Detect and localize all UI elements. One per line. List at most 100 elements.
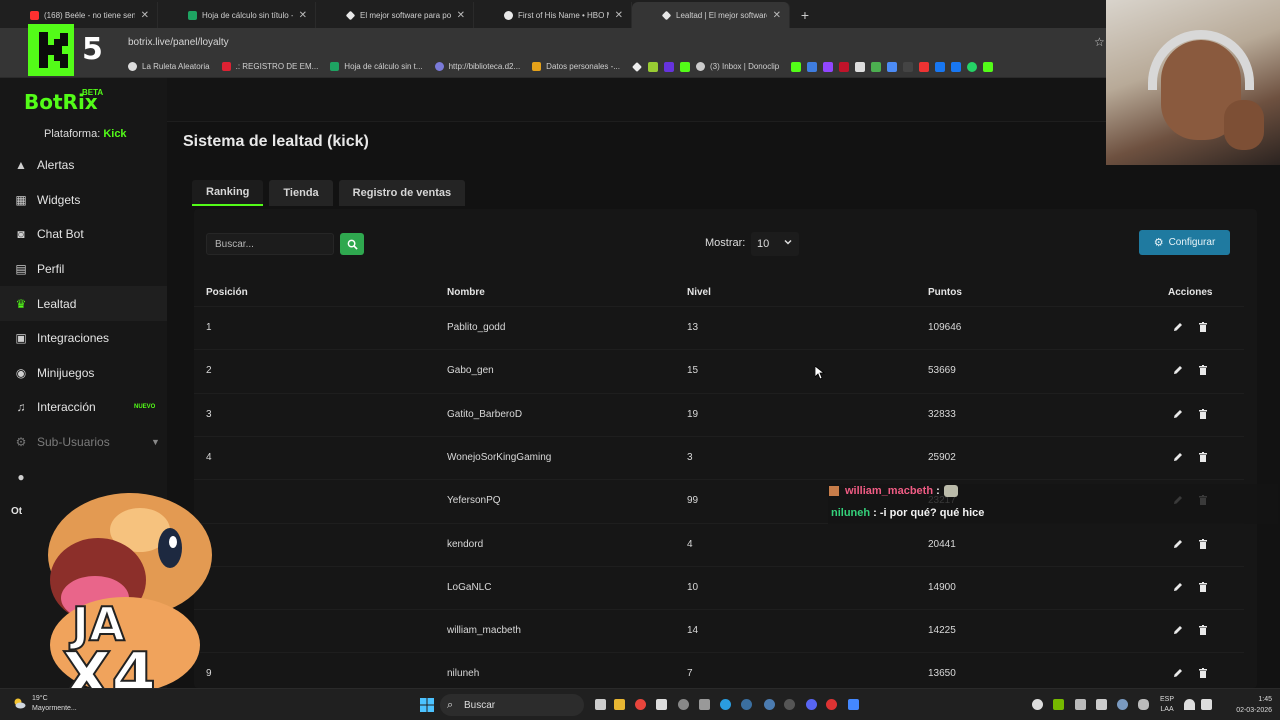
browser-tab[interactable]: El mejor software para potencia ✕: [316, 2, 474, 28]
bookmark-item[interactable]: La Ruleta Aleatoria: [128, 62, 210, 71]
close-icon[interactable]: ✕: [615, 10, 623, 21]
bookmark-icon[interactable]: [632, 61, 642, 72]
sidebar-item-integraciones[interactable]: ▣ Integraciones: [0, 321, 167, 356]
steam-icon[interactable]: [1117, 699, 1128, 710]
tab-registro-de-ventas[interactable]: Registro de ventas: [338, 180, 466, 206]
app-icon[interactable]: [699, 699, 710, 710]
clock[interactable]: 1:45 02-03-2026: [1218, 694, 1272, 716]
close-icon[interactable]: ✕: [141, 10, 149, 21]
search-button[interactable]: [340, 233, 364, 255]
sidebar-item-minijuegos[interactable]: ◉ Minijuegos: [0, 356, 167, 391]
windows-start-icon[interactable]: [420, 698, 434, 712]
bookmark-icon[interactable]: [903, 61, 914, 72]
sidebar-item-chat-bot[interactable]: ◙ Chat Bot: [0, 217, 167, 252]
edit-icon[interactable]: [1172, 624, 1184, 636]
obs-icon[interactable]: [784, 699, 795, 710]
bookmark-icon[interactable]: [663, 61, 674, 72]
browser-tab[interactable]: Hoja de cálculo sin título - Hoje ✕: [158, 2, 316, 28]
bookmark-icon[interactable]: [791, 61, 802, 72]
steam-icon[interactable]: [741, 699, 752, 710]
trash-icon[interactable]: [1197, 321, 1209, 333]
tab-tienda[interactable]: Tienda: [269, 180, 333, 206]
edit-icon[interactable]: [1172, 321, 1184, 333]
app-icon[interactable]: [826, 699, 837, 710]
column-header-nombre[interactable]: Nombre: [447, 287, 485, 298]
bookmark-item[interactable]: Datos personales -...: [532, 62, 620, 71]
sidebar-item-perfil[interactable]: ▤ Perfil: [0, 252, 167, 287]
configure-button[interactable]: ⚙ Configurar: [1139, 230, 1230, 255]
bookmark-icon[interactable]: [807, 61, 818, 72]
nvidia-icon[interactable]: [1053, 699, 1064, 710]
search-input[interactable]: [206, 233, 334, 255]
sidebar-item-sub-usuarios[interactable]: ⚙ Sub-Usuarios ▼: [0, 425, 167, 460]
bookmark-item[interactable]: .: REGISTRO DE EM...: [221, 62, 318, 71]
new-tab-button[interactable]: +: [794, 4, 816, 26]
bookmark-icon[interactable]: [871, 61, 882, 72]
app-icon[interactable]: [678, 699, 689, 710]
tray-icon[interactable]: [1096, 699, 1107, 710]
discord-icon[interactable]: [806, 699, 817, 710]
microphone-icon[interactable]: [1138, 699, 1149, 710]
volume-icon[interactable]: [1201, 699, 1212, 710]
trash-icon[interactable]: [1197, 667, 1209, 679]
tray-icon[interactable]: [1075, 699, 1086, 710]
bookmark-icon[interactable]: [823, 61, 834, 72]
trash-icon[interactable]: [1197, 624, 1209, 636]
page-size-select[interactable]: 10: [751, 232, 799, 256]
bookmark-icon[interactable]: [839, 61, 850, 72]
bookmark-icon[interactable]: [983, 61, 994, 72]
steam-icon[interactable]: [764, 699, 775, 710]
bookmark-icon[interactable]: [951, 61, 962, 72]
close-icon[interactable]: ✕: [299, 10, 307, 21]
file-explorer-icon[interactable]: [614, 699, 625, 710]
edit-icon[interactable]: [1172, 364, 1184, 376]
close-icon[interactable]: ✕: [773, 10, 781, 21]
wifi-icon[interactable]: [1184, 699, 1195, 710]
edit-icon[interactable]: [1172, 538, 1184, 550]
bookmark-item[interactable]: http://biblioteca.d2...: [434, 62, 520, 71]
bookmark-item[interactable]: (3) Inbox | Donoclip: [695, 62, 779, 71]
browser-tab-active[interactable]: Lealtad | El mejor software para ✕: [632, 2, 790, 28]
taskbar-search[interactable]: ⌕ Buscar: [440, 694, 584, 716]
sidebar-item-lealtad[interactable]: ♛ Lealtad: [0, 286, 167, 321]
app-icon[interactable]: [848, 699, 859, 710]
close-icon[interactable]: ✕: [457, 10, 465, 21]
trash-icon[interactable]: [1197, 581, 1209, 593]
kick-icon[interactable]: [679, 61, 690, 72]
bookmark-icon[interactable]: [855, 61, 866, 72]
task-view-icon[interactable]: [595, 699, 606, 710]
tray-icon[interactable]: [1032, 699, 1043, 710]
browser-tab[interactable]: First of His Name • HBO Max ✕: [474, 2, 632, 28]
bookmark-star-icon[interactable]: ☆: [1094, 35, 1105, 49]
language-indicator[interactable]: ESP LAA: [1160, 695, 1174, 715]
app-icon[interactable]: [656, 699, 667, 710]
column-header-posicion[interactable]: Posición: [206, 287, 248, 298]
tab-ranking[interactable]: Ranking: [192, 180, 264, 206]
edit-icon[interactable]: [1172, 451, 1184, 463]
webcam-overlay: [1106, 0, 1280, 165]
bookmark-icon[interactable]: [919, 61, 930, 72]
sidebar-item-widgets[interactable]: ▦ Widgets: [0, 183, 167, 218]
url-field[interactable]: botrix.live/panel/loyalty: [128, 37, 229, 48]
edit-icon[interactable]: [1172, 581, 1184, 593]
table-row: kendord 4 20441: [194, 522, 1244, 566]
bookmark-icon[interactable]: [935, 61, 946, 72]
column-header-puntos[interactable]: Puntos: [928, 287, 962, 298]
sidebar-item-alertas[interactable]: ▲ Alertas: [0, 148, 167, 183]
bookmark-icon[interactable]: [887, 61, 898, 72]
sidebar-item-interaccion[interactable]: ♫ Interacción NUEVO: [0, 390, 167, 425]
trash-icon[interactable]: [1197, 451, 1209, 463]
trash-icon[interactable]: [1197, 364, 1209, 376]
edge-icon[interactable]: [720, 699, 731, 710]
bookmark-item[interactable]: Hoja de cálculo sin t...: [330, 62, 423, 71]
bookmark-icon[interactable]: [967, 61, 978, 72]
edit-icon[interactable]: [1172, 667, 1184, 679]
trash-icon[interactable]: [1197, 538, 1209, 550]
edit-icon[interactable]: [1172, 408, 1184, 420]
column-header-nivel[interactable]: Nivel: [687, 287, 711, 298]
trash-icon[interactable]: [1197, 408, 1209, 420]
weather-widget[interactable]: 19°C Mayormente...: [12, 694, 77, 714]
chrome-icon[interactable]: [635, 699, 646, 710]
row-level: 99: [687, 495, 699, 507]
bookmark-icon[interactable]: [647, 61, 658, 72]
